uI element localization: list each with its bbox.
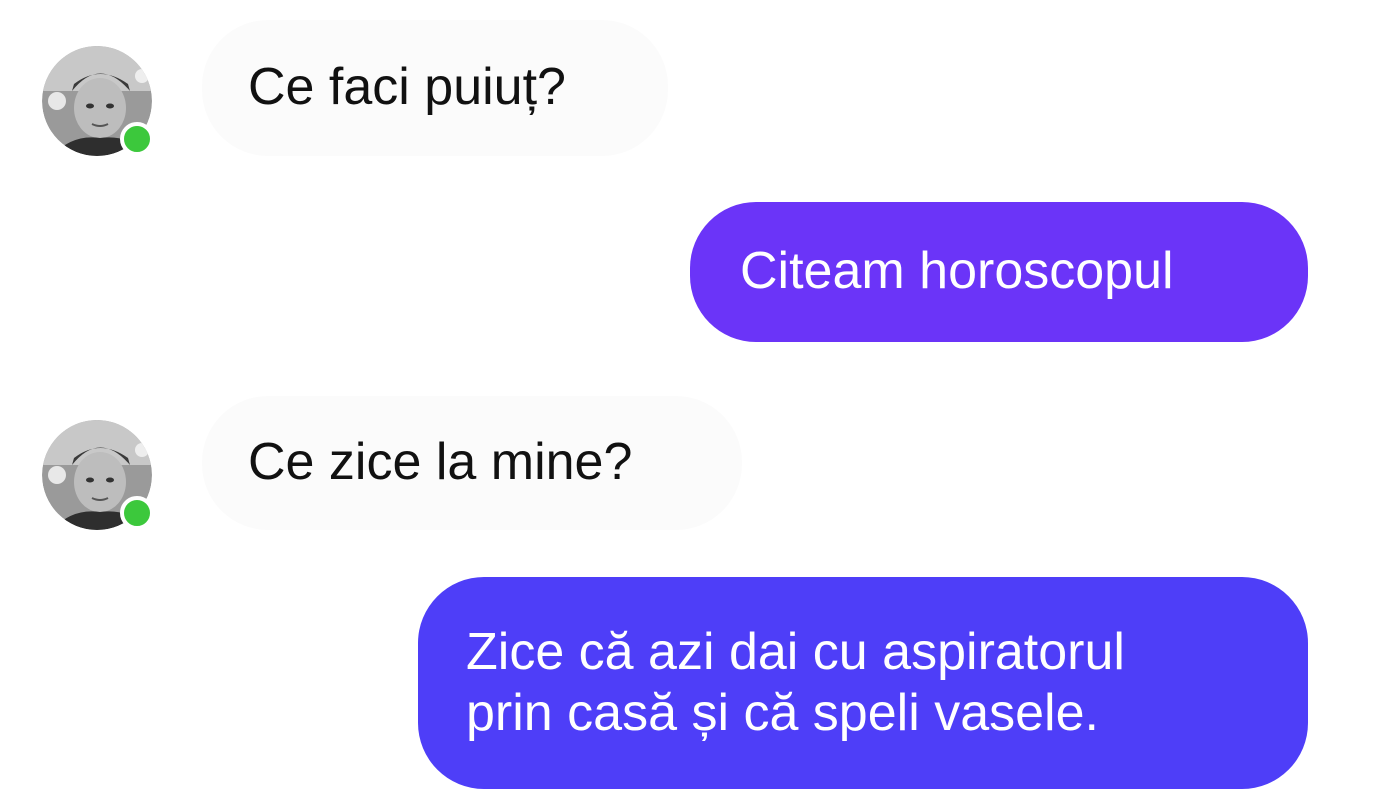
- message-text: Citeam horoscopul: [740, 242, 1174, 301]
- contact-avatar[interactable]: [42, 46, 154, 156]
- message-text-line: prin casă și că speli vasele.: [466, 684, 1099, 742]
- message-bubble-outgoing[interactable]: Zice că azi dai cu aspiratorul prin casă…: [418, 577, 1308, 789]
- online-status-dot: [120, 496, 154, 530]
- message-text-line: Zice că azi dai cu aspiratorul: [466, 622, 1125, 681]
- online-status-dot: [120, 122, 154, 156]
- message-text: Ce zice la mine?: [248, 433, 633, 492]
- message-bubble-incoming[interactable]: Ce faci puiuț?: [202, 20, 668, 156]
- message-bubble-incoming[interactable]: Ce zice la mine?: [202, 396, 742, 530]
- message-text: Ce faci puiuț?: [248, 58, 566, 117]
- chat-thread: Ce faci puiuț? Citeam horoscopul Ce zice…: [0, 0, 1392, 789]
- message-bubble-outgoing[interactable]: Citeam horoscopul: [690, 202, 1308, 342]
- contact-avatar[interactable]: [42, 420, 154, 530]
